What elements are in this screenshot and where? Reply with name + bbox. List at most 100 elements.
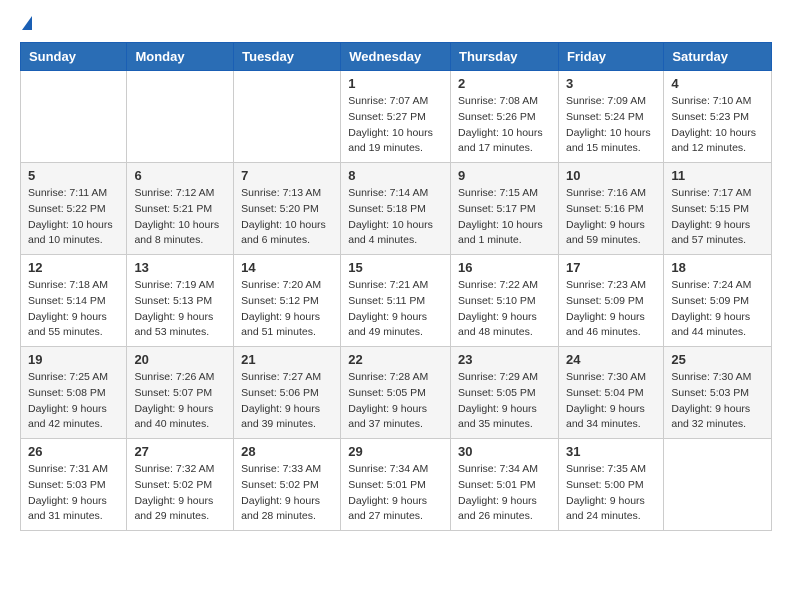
day-info: Sunrise: 7:31 AM Sunset: 5:03 PM Dayligh… — [28, 462, 119, 525]
day-info: Sunrise: 7:24 AM Sunset: 5:09 PM Dayligh… — [671, 278, 764, 341]
calendar-cell: 12 Sunrise: 7:18 AM Sunset: 5:14 PM Dayli… — [21, 255, 127, 347]
calendar-cell: 15 Sunrise: 7:21 AM Sunset: 5:11 PM Dayli… — [341, 255, 451, 347]
day-info: Sunrise: 7:32 AM Sunset: 5:02 PM Dayligh… — [134, 462, 226, 525]
day-number: 19 — [28, 352, 119, 367]
day-number: 7 — [241, 168, 333, 183]
calendar-header-wednesday: Wednesday — [341, 43, 451, 71]
calendar-header-tuesday: Tuesday — [234, 43, 341, 71]
calendar-cell: 26 Sunrise: 7:31 AM Sunset: 5:03 PM Dayli… — [21, 439, 127, 531]
calendar-cell: 24 Sunrise: 7:30 AM Sunset: 5:04 PM Dayli… — [558, 347, 663, 439]
calendar-cell: 18 Sunrise: 7:24 AM Sunset: 5:09 PM Dayli… — [664, 255, 772, 347]
day-number: 30 — [458, 444, 551, 459]
calendar-cell: 19 Sunrise: 7:25 AM Sunset: 5:08 PM Dayli… — [21, 347, 127, 439]
calendar-cell: 11 Sunrise: 7:17 AM Sunset: 5:15 PM Dayli… — [664, 163, 772, 255]
day-info: Sunrise: 7:30 AM Sunset: 5:04 PM Dayligh… — [566, 370, 656, 433]
day-number: 11 — [671, 168, 764, 183]
day-number: 5 — [28, 168, 119, 183]
day-number: 10 — [566, 168, 656, 183]
calendar-cell: 22Sunrise: 7:28 AM Sunset: 5:05 PM Dayli… — [341, 347, 451, 439]
day-number: 25 — [671, 352, 764, 367]
day-info: Sunrise: 7:09 AM Sunset: 5:24 PM Dayligh… — [566, 94, 656, 157]
day-number: 22 — [348, 352, 443, 367]
calendar-cell: 23Sunrise: 7:29 AM Sunset: 5:05 PM Dayli… — [451, 347, 559, 439]
page: SundayMondayTuesdayWednesdayThursdayFrid… — [0, 0, 792, 547]
day-info: Sunrise: 7:22 AM Sunset: 5:10 PM Dayligh… — [458, 278, 551, 341]
day-number: 29 — [348, 444, 443, 459]
day-number: 12 — [28, 260, 119, 275]
calendar-cell: 5 Sunrise: 7:11 AM Sunset: 5:22 PM Daylig… — [21, 163, 127, 255]
day-info: Sunrise: 7:26 AM Sunset: 5:07 PM Dayligh… — [134, 370, 226, 433]
day-info: Sunrise: 7:08 AM Sunset: 5:26 PM Dayligh… — [458, 94, 551, 157]
day-number: 15 — [348, 260, 443, 275]
day-number: 13 — [134, 260, 226, 275]
calendar-cell: 14Sunrise: 7:20 AM Sunset: 5:12 PM Dayli… — [234, 255, 341, 347]
calendar-cell — [21, 71, 127, 163]
day-info: Sunrise: 7:07 AM Sunset: 5:27 PM Dayligh… — [348, 94, 443, 157]
calendar-cell: 1 Sunrise: 7:07 AM Sunset: 5:27 PM Daylig… — [341, 71, 451, 163]
calendar-cell — [127, 71, 234, 163]
day-info: Sunrise: 7:34 AM Sunset: 5:01 PM Dayligh… — [458, 462, 551, 525]
calendar: SundayMondayTuesdayWednesdayThursdayFrid… — [20, 42, 772, 531]
day-info: Sunrise: 7:11 AM Sunset: 5:22 PM Dayligh… — [28, 186, 119, 249]
day-info: Sunrise: 7:35 AM Sunset: 5:00 PM Dayligh… — [566, 462, 656, 525]
day-number: 23 — [458, 352, 551, 367]
day-number: 3 — [566, 76, 656, 91]
day-number: 16 — [458, 260, 551, 275]
calendar-header-monday: Monday — [127, 43, 234, 71]
day-number: 6 — [134, 168, 226, 183]
day-info: Sunrise: 7:16 AM Sunset: 5:16 PM Dayligh… — [566, 186, 656, 249]
day-info: Sunrise: 7:15 AM Sunset: 5:17 PM Dayligh… — [458, 186, 551, 249]
calendar-cell: 27 Sunrise: 7:32 AM Sunset: 5:02 PM Dayli… — [127, 439, 234, 531]
calendar-cell: 3 Sunrise: 7:09 AM Sunset: 5:24 PM Daylig… — [558, 71, 663, 163]
day-info: Sunrise: 7:17 AM Sunset: 5:15 PM Dayligh… — [671, 186, 764, 249]
day-number: 18 — [671, 260, 764, 275]
calendar-cell: 2Sunrise: 7:08 AM Sunset: 5:26 PM Daylig… — [451, 71, 559, 163]
day-number: 1 — [348, 76, 443, 91]
day-info: Sunrise: 7:20 AM Sunset: 5:12 PM Dayligh… — [241, 278, 333, 341]
logo-triangle-icon — [22, 16, 32, 30]
day-info: Sunrise: 7:21 AM Sunset: 5:11 PM Dayligh… — [348, 278, 443, 341]
calendar-cell: 16 Sunrise: 7:22 AM Sunset: 5:10 PM Dayli… — [451, 255, 559, 347]
day-number: 17 — [566, 260, 656, 275]
calendar-cell: 17 Sunrise: 7:23 AM Sunset: 5:09 PM Dayli… — [558, 255, 663, 347]
calendar-cell: 4 Sunrise: 7:10 AM Sunset: 5:23 PM Daylig… — [664, 71, 772, 163]
day-info: Sunrise: 7:10 AM Sunset: 5:23 PM Dayligh… — [671, 94, 764, 157]
calendar-cell: 20 Sunrise: 7:26 AM Sunset: 5:07 PM Dayli… — [127, 347, 234, 439]
calendar-week-4: 19 Sunrise: 7:25 AM Sunset: 5:08 PM Dayli… — [21, 347, 772, 439]
calendar-cell — [234, 71, 341, 163]
day-number: 31 — [566, 444, 656, 459]
day-info: Sunrise: 7:27 AM Sunset: 5:06 PM Dayligh… — [241, 370, 333, 433]
day-info: Sunrise: 7:14 AM Sunset: 5:18 PM Dayligh… — [348, 186, 443, 249]
day-number: 20 — [134, 352, 226, 367]
calendar-cell: 7 Sunrise: 7:13 AM Sunset: 5:20 PM Daylig… — [234, 163, 341, 255]
calendar-cell: 10 Sunrise: 7:16 AM Sunset: 5:16 PM Dayli… — [558, 163, 663, 255]
day-number: 28 — [241, 444, 333, 459]
calendar-cell: 8Sunrise: 7:14 AM Sunset: 5:18 PM Daylig… — [341, 163, 451, 255]
calendar-week-3: 12 Sunrise: 7:18 AM Sunset: 5:14 PM Dayli… — [21, 255, 772, 347]
day-number: 27 — [134, 444, 226, 459]
calendar-cell: 13Sunrise: 7:19 AM Sunset: 5:13 PM Dayli… — [127, 255, 234, 347]
logo — [20, 16, 32, 32]
calendar-header-row: SundayMondayTuesdayWednesdayThursdayFrid… — [21, 43, 772, 71]
calendar-cell: 28 Sunrise: 7:33 AM Sunset: 5:02 PM Dayli… — [234, 439, 341, 531]
day-info: Sunrise: 7:25 AM Sunset: 5:08 PM Dayligh… — [28, 370, 119, 433]
day-number: 4 — [671, 76, 764, 91]
day-info: Sunrise: 7:23 AM Sunset: 5:09 PM Dayligh… — [566, 278, 656, 341]
calendar-header-sunday: Sunday — [21, 43, 127, 71]
calendar-cell: 25Sunrise: 7:30 AM Sunset: 5:03 PM Dayli… — [664, 347, 772, 439]
day-number: 9 — [458, 168, 551, 183]
day-info: Sunrise: 7:13 AM Sunset: 5:20 PM Dayligh… — [241, 186, 333, 249]
calendar-week-1: 1 Sunrise: 7:07 AM Sunset: 5:27 PM Daylig… — [21, 71, 772, 163]
calendar-cell: 29 Sunrise: 7:34 AM Sunset: 5:01 PM Dayli… — [341, 439, 451, 531]
day-number: 26 — [28, 444, 119, 459]
day-number: 24 — [566, 352, 656, 367]
calendar-cell: 6 Sunrise: 7:12 AM Sunset: 5:21 PM Daylig… — [127, 163, 234, 255]
calendar-week-2: 5 Sunrise: 7:11 AM Sunset: 5:22 PM Daylig… — [21, 163, 772, 255]
day-info: Sunrise: 7:34 AM Sunset: 5:01 PM Dayligh… — [348, 462, 443, 525]
day-info: Sunrise: 7:33 AM Sunset: 5:02 PM Dayligh… — [241, 462, 333, 525]
calendar-cell — [664, 439, 772, 531]
calendar-header-friday: Friday — [558, 43, 663, 71]
day-info: Sunrise: 7:12 AM Sunset: 5:21 PM Dayligh… — [134, 186, 226, 249]
day-info: Sunrise: 7:18 AM Sunset: 5:14 PM Dayligh… — [28, 278, 119, 341]
day-number: 21 — [241, 352, 333, 367]
